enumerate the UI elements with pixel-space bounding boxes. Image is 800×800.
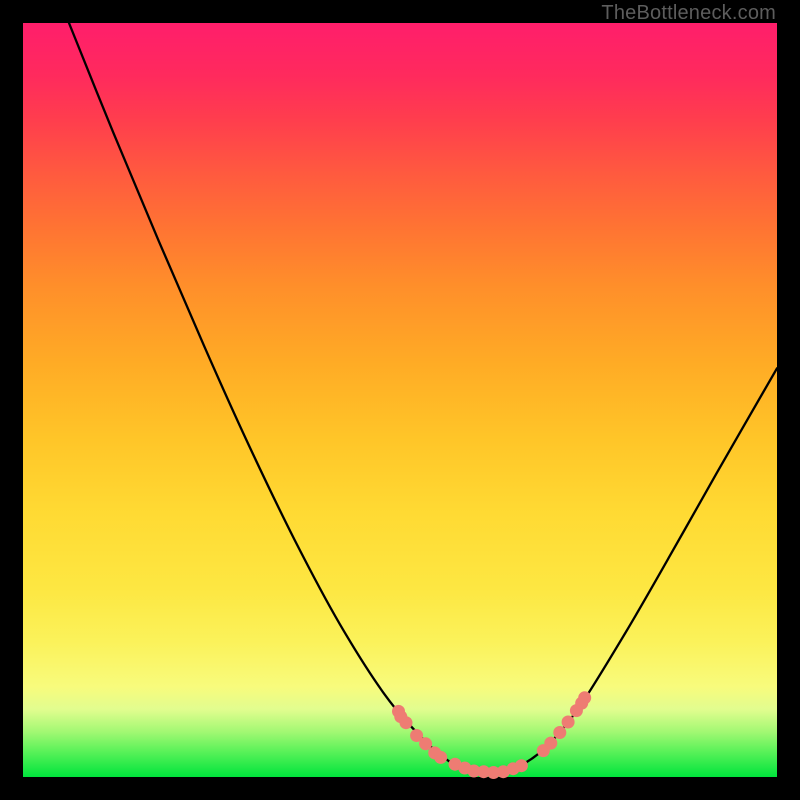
trough-marker-group xyxy=(392,691,591,779)
trough-marker-dot xyxy=(434,751,447,764)
trough-marker-dot xyxy=(400,716,413,729)
trough-marker-dot xyxy=(544,737,557,750)
bottleneck-curve-line xyxy=(69,23,777,773)
trough-marker-dot xyxy=(562,716,575,729)
chart-frame: TheBottleneck.com xyxy=(0,0,800,800)
trough-marker-dot xyxy=(553,726,566,739)
trough-marker-dot xyxy=(515,759,528,772)
chart-svg xyxy=(23,23,777,777)
trough-marker-dot xyxy=(578,691,591,704)
watermark-text: TheBottleneck.com xyxy=(601,2,776,25)
